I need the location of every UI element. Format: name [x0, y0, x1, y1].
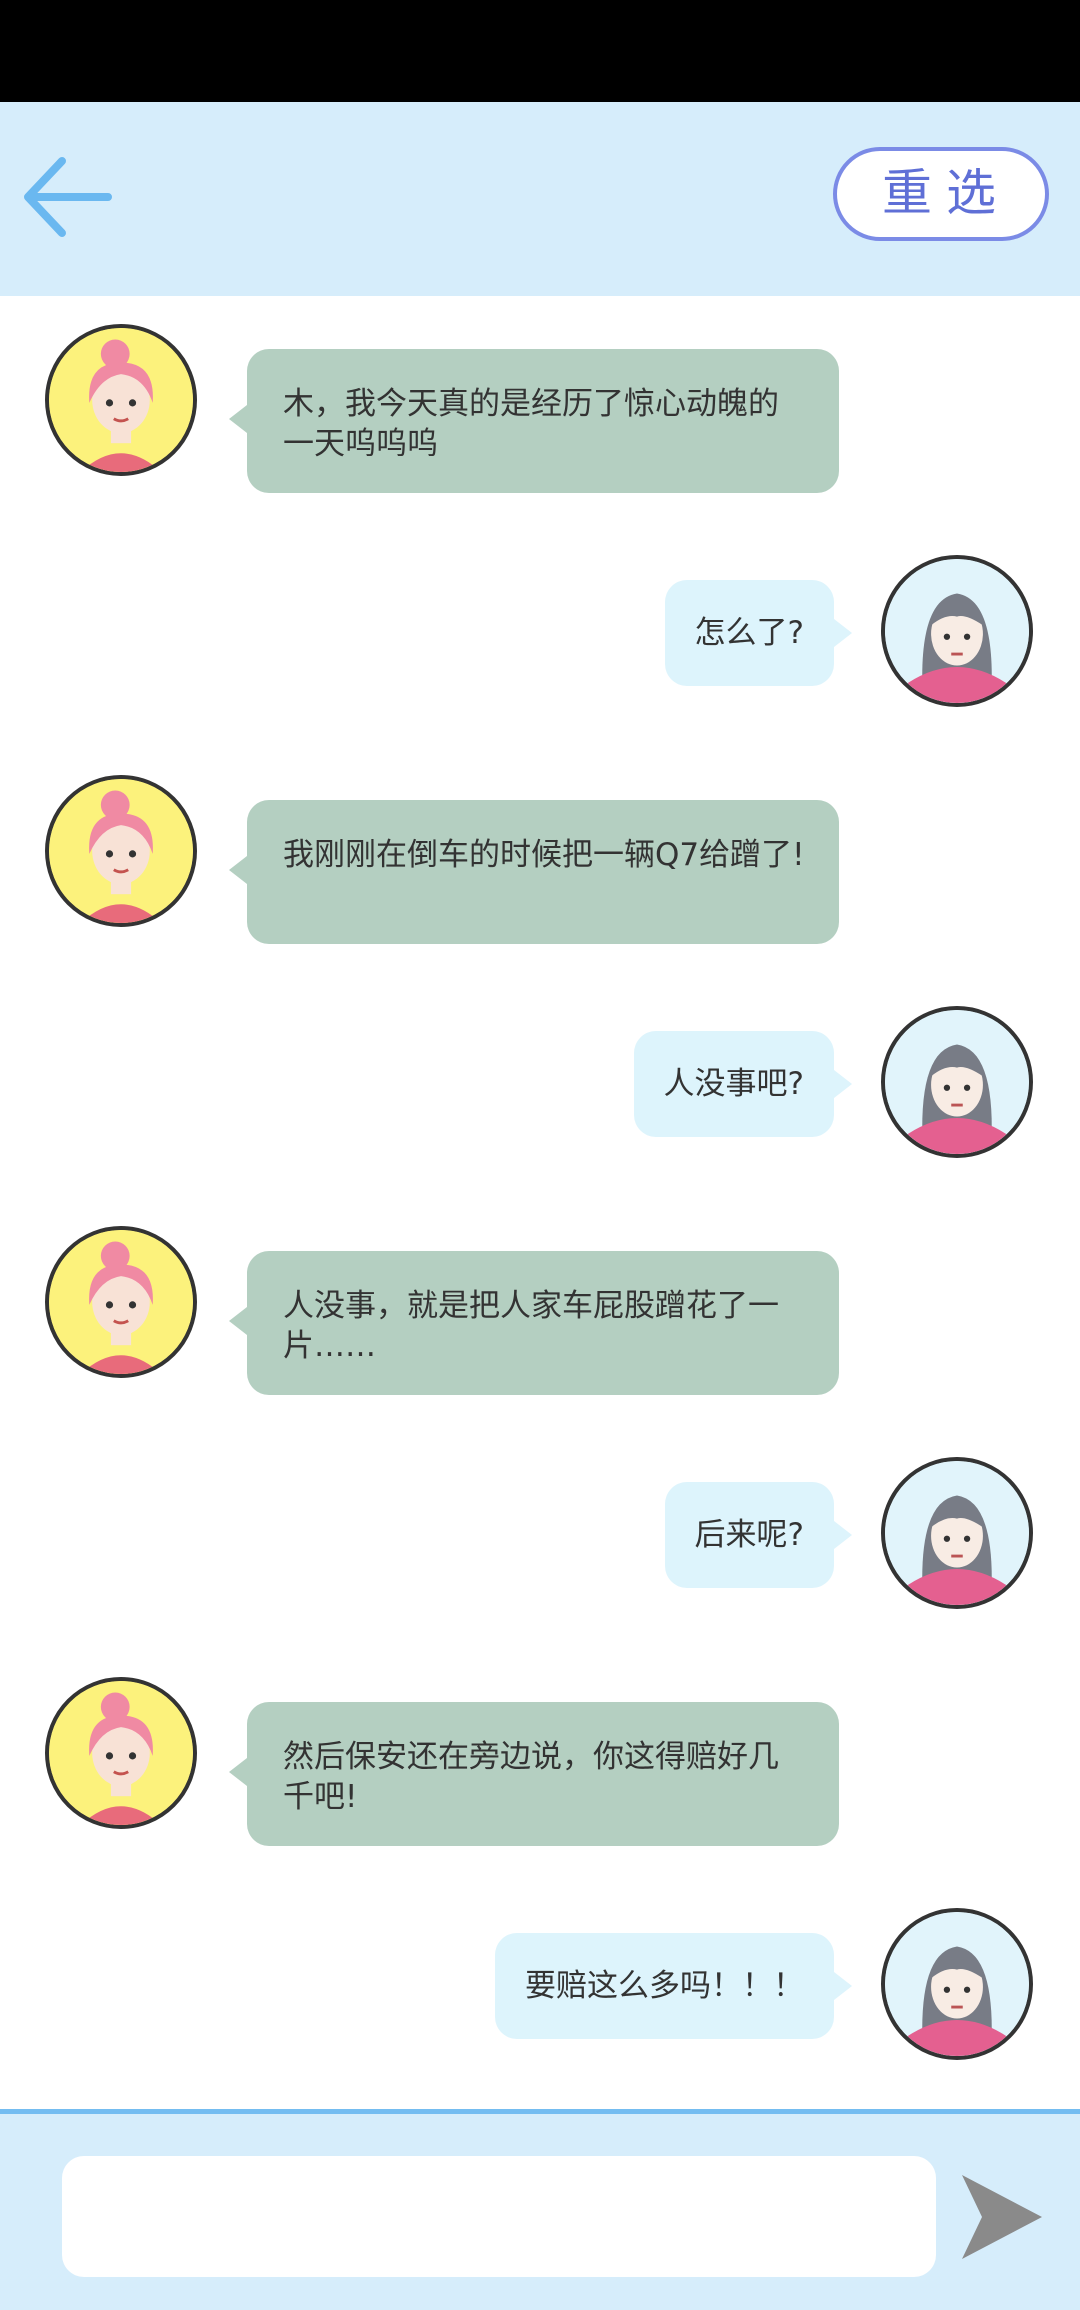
message-bubble-self: 怎么了?: [664, 580, 853, 686]
message-row: 后来呢?: [0, 1457, 1080, 1617]
chat-area: 木，我今天真的是经历了惊心动魄的一天呜呜呜 怎么了? 我刚刚在倒车的时候把一辆Q…: [0, 296, 1080, 2109]
self-avatar-icon: [885, 1461, 1029, 1605]
message-row: 要赔这么多吗！！！: [0, 1908, 1080, 2068]
composer-bar: [0, 2109, 1080, 2310]
avatar-self: [881, 1457, 1033, 1609]
avatar-self: [881, 1006, 1033, 1158]
friend-avatar-icon: [49, 1230, 193, 1374]
message-bubble-friend: 木，我今天真的是经历了惊心动魄的一天呜呜呜: [229, 349, 839, 493]
avatar-self: [881, 555, 1033, 707]
message-bubble-friend: 我刚刚在倒车的时候把一辆Q7给蹭了!: [229, 800, 839, 944]
message-bubble-friend: 然后保安还在旁边说，你这得赔好几千吧!: [229, 1702, 839, 1846]
status-bar: [0, 0, 1080, 102]
send-icon: [962, 2175, 1042, 2259]
message-bubble-self: 要赔这么多吗！！！: [495, 1933, 852, 2039]
friend-avatar-icon: [49, 779, 193, 923]
message-row: 人没事，就是把人家车屁股蹭花了一片……: [0, 1226, 1080, 1395]
arrow-left-icon: [24, 157, 112, 237]
back-button[interactable]: [18, 147, 118, 247]
message-row: 我刚刚在倒车的时候把一辆Q7给蹭了!: [0, 775, 1080, 944]
send-button[interactable]: [958, 2169, 1044, 2265]
message-row: 木，我今天真的是经历了惊心动魄的一天呜呜呜: [0, 324, 1080, 493]
avatar-self: [881, 1908, 1033, 2060]
message-bubble-friend: 人没事，就是把人家车屁股蹭花了一片……: [229, 1251, 839, 1395]
reselect-button[interactable]: 重选: [833, 147, 1049, 241]
message-bubble-self: 后来呢?: [664, 1482, 853, 1588]
avatar-friend: [45, 1677, 197, 1829]
message-bubble-self: 人没事吧?: [633, 1031, 853, 1137]
avatar-friend: [45, 775, 197, 927]
self-avatar-icon: [885, 1010, 1029, 1154]
self-avatar-icon: [885, 1912, 1029, 2056]
avatar-friend: [45, 324, 197, 476]
self-avatar-icon: [885, 559, 1029, 703]
avatar-friend: [45, 1226, 197, 1378]
friend-avatar-icon: [49, 1681, 193, 1825]
message-row: 然后保安还在旁边说，你这得赔好几千吧!: [0, 1677, 1080, 1846]
friend-avatar-icon: [49, 328, 193, 472]
message-input[interactable]: [62, 2156, 936, 2277]
top-bar: 重选: [0, 102, 1080, 296]
message-row: 怎么了?: [0, 555, 1080, 715]
message-row: 人没事吧?: [0, 1006, 1080, 1166]
